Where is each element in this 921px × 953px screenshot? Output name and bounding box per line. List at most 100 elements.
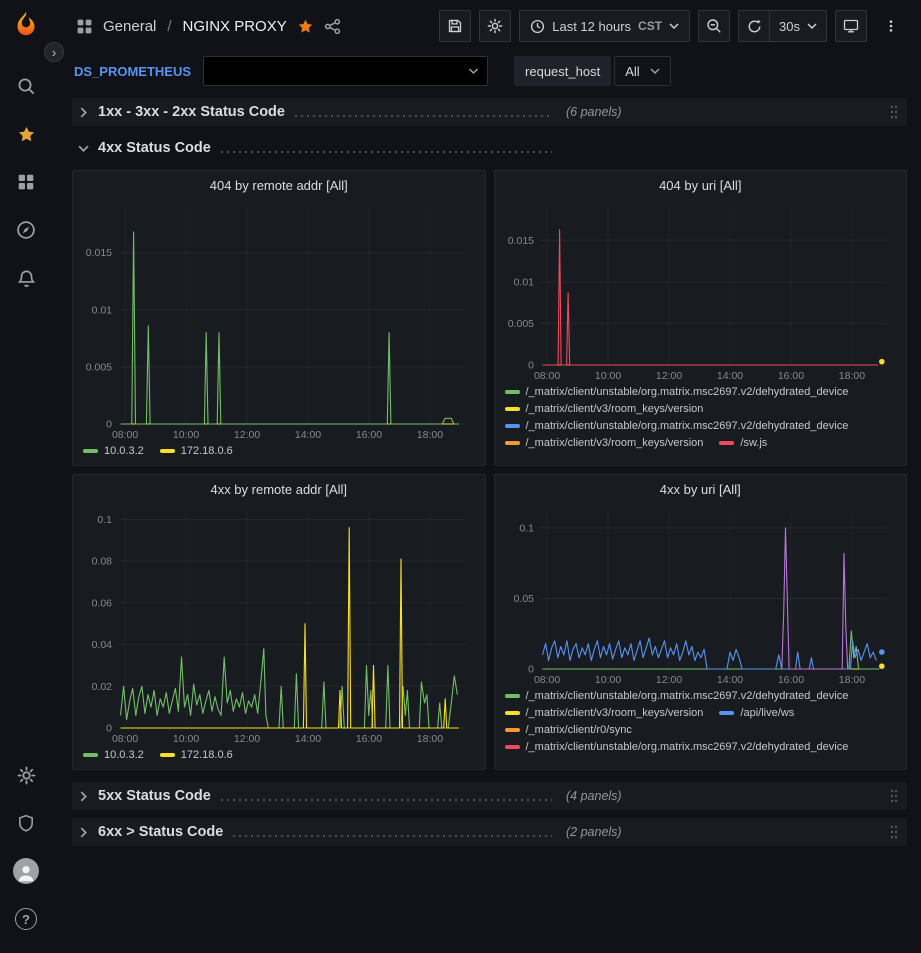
legend-series-marker: [505, 441, 520, 445]
row-drag-handle[interactable]: [889, 103, 899, 121]
panel-4xx-by-remote-addr: 4xx by remote addr [All] 08:0010:0012:00…: [72, 474, 486, 770]
share-icon[interactable]: [324, 18, 341, 35]
sidebar-item-explore[interactable]: [4, 207, 48, 253]
save-icon: [447, 18, 463, 34]
more-options-button[interactable]: [875, 10, 907, 42]
legend-item[interactable]: /_matrix/client/v3/room_keys/version: [505, 403, 704, 415]
svg-text:14:00: 14:00: [716, 370, 742, 382]
sidebar-item-profile[interactable]: [4, 848, 48, 894]
main-area: General / NGINX PROXY: [52, 0, 921, 953]
legend-series-label: 10.0.3.2: [104, 749, 144, 761]
zoom-out-icon: [706, 18, 722, 34]
sidebar-item-starred[interactable]: [4, 111, 48, 157]
refresh-interval-dropdown[interactable]: 30s: [770, 10, 827, 42]
svg-text:0: 0: [106, 419, 112, 431]
svg-text:14:00: 14:00: [716, 674, 742, 686]
legend-item[interactable]: /_matrix/client/unstable/org.matrix.msc2…: [505, 741, 849, 753]
legend-item[interactable]: 172.18.0.6: [160, 749, 233, 761]
legend-item[interactable]: /sw.js: [719, 437, 767, 449]
panel-legend: /_matrix/client/unstable/org.matrix.msc2…: [495, 383, 907, 465]
row-title: 5xx Status Code: [98, 788, 211, 804]
kebab-menu-icon: [884, 18, 898, 34]
row-drag-handle[interactable]: [889, 787, 899, 805]
sidebar-item-alerting[interactable]: [4, 255, 48, 301]
refresh-icon: [747, 19, 762, 34]
dashboard-row-5xx[interactable]: 5xx Status Code (4 panels): [72, 782, 907, 810]
chevron-right-icon: [78, 107, 92, 118]
save-dashboard-button[interactable]: [439, 10, 471, 42]
svg-text:12:00: 12:00: [655, 370, 681, 382]
sidebar-item-configuration[interactable]: [4, 752, 48, 798]
kiosk-mode-button[interactable]: [835, 10, 867, 42]
dashboard-row-6xx[interactable]: 6xx > Status Code (2 panels): [72, 818, 907, 846]
breadcrumb-section[interactable]: General: [103, 18, 156, 35]
svg-text:0.015: 0.015: [507, 235, 533, 247]
request-host-value: All: [625, 64, 639, 79]
panel-chart[interactable]: 08:0010:0012:0014:0016:0018:0000.050.1: [499, 503, 901, 687]
svg-text:12:00: 12:00: [234, 429, 260, 441]
legend-series-label: /_matrix/client/unstable/org.matrix.msc2…: [526, 690, 849, 702]
bell-icon: [17, 269, 36, 288]
legend-item[interactable]: /_matrix/client/r0/sync: [505, 724, 632, 736]
panel-legend: /_matrix/client/unstable/org.matrix.msc2…: [495, 687, 907, 769]
variables-bar: DS_PROMETHEUS request_host All: [52, 52, 921, 90]
legend-series-label: /sw.js: [740, 437, 767, 449]
legend-item[interactable]: /api/live/ws: [719, 707, 794, 719]
sidebar-item-search[interactable]: [4, 63, 48, 109]
legend-item[interactable]: /_matrix/client/v3/room_keys/version: [505, 437, 704, 449]
zoom-out-time-button[interactable]: [698, 10, 730, 42]
breadcrumb-title[interactable]: NGINX PROXY: [183, 18, 287, 35]
svg-text:0: 0: [528, 664, 534, 676]
svg-text:18:00: 18:00: [838, 370, 864, 382]
legend-series-label: /_matrix/client/r0/sync: [526, 724, 632, 736]
panel-title[interactable]: 404 by remote addr [All]: [73, 171, 485, 199]
row-drag-handle[interactable]: [889, 823, 899, 841]
refresh-button-group: 30s: [738, 10, 827, 42]
panel-chart[interactable]: 08:0010:0012:0014:0016:0018:0000.020.040…: [77, 503, 479, 746]
svg-text:08:00: 08:00: [112, 429, 138, 441]
sidebar-expand-toggle[interactable]: ›: [44, 42, 64, 62]
legend-item[interactable]: 10.0.3.2: [83, 445, 144, 457]
grafana-logo[interactable]: [8, 8, 44, 44]
panel-title[interactable]: 4xx by remote addr [All]: [73, 475, 485, 503]
favorite-star-icon[interactable]: [297, 18, 314, 35]
svg-text:0: 0: [106, 723, 112, 735]
variable-datasource: DS_PROMETHEUS: [74, 56, 488, 86]
panel-chart[interactable]: 08:0010:0012:0014:0016:0018:0000.0050.01…: [499, 199, 901, 383]
variable-value-request-host[interactable]: All: [614, 56, 670, 86]
legend-series-label: /_matrix/client/unstable/org.matrix.msc2…: [526, 420, 849, 432]
legend-item[interactable]: 172.18.0.6: [160, 445, 233, 457]
svg-text:0.02: 0.02: [92, 681, 113, 693]
svg-text:18:00: 18:00: [417, 733, 443, 745]
legend-item[interactable]: /_matrix/client/unstable/org.matrix.msc2…: [505, 420, 849, 432]
refresh-button[interactable]: [738, 10, 770, 42]
legend-item[interactable]: /_matrix/client/v3/room_keys/version: [505, 707, 704, 719]
legend-item[interactable]: /_matrix/client/unstable/org.matrix.msc2…: [505, 690, 849, 702]
panel-4xx-by-uri: 4xx by uri [All] 08:0010:0012:0014:0016:…: [494, 474, 908, 770]
sidebar-item-server-admin[interactable]: [4, 800, 48, 846]
variable-value-datasource[interactable]: [203, 56, 488, 86]
panel-legend: 10.0.3.2 172.18.0.6: [73, 442, 485, 465]
compass-icon: [16, 220, 36, 240]
time-range-picker[interactable]: Last 12 hours CST: [519, 10, 690, 42]
legend-series-marker: [719, 711, 734, 715]
sidebar-item-help[interactable]: ?: [4, 896, 48, 942]
panel-title[interactable]: 4xx by uri [All]: [495, 475, 907, 503]
legend-series-marker: [505, 424, 520, 428]
chevron-down-icon: [807, 22, 817, 30]
svg-text:16:00: 16:00: [356, 733, 382, 745]
sidebar-item-dashboards[interactable]: [4, 159, 48, 205]
dashboard-settings-button[interactable]: [479, 10, 511, 42]
search-icon: [16, 76, 36, 96]
dashboard-row-1xx-3xx-2xx[interactable]: 1xx - 3xx - 2xx Status Code (6 panels): [72, 98, 907, 126]
time-zone-label: CST: [638, 19, 662, 33]
user-avatar: [13, 858, 39, 884]
help-icon: ?: [15, 908, 37, 930]
legend-item[interactable]: /_matrix/client/unstable/org.matrix.msc2…: [505, 386, 849, 398]
dashboard-row-4xx[interactable]: 4xx Status Code: [72, 134, 907, 162]
panel-title[interactable]: 404 by uri [All]: [495, 171, 907, 199]
row-panel-count: (2 panels): [566, 825, 622, 839]
legend-series-label: 10.0.3.2: [104, 445, 144, 457]
legend-item[interactable]: 10.0.3.2: [83, 749, 144, 761]
panel-chart[interactable]: 08:0010:0012:0014:0016:0018:0000.0050.01…: [77, 199, 479, 442]
